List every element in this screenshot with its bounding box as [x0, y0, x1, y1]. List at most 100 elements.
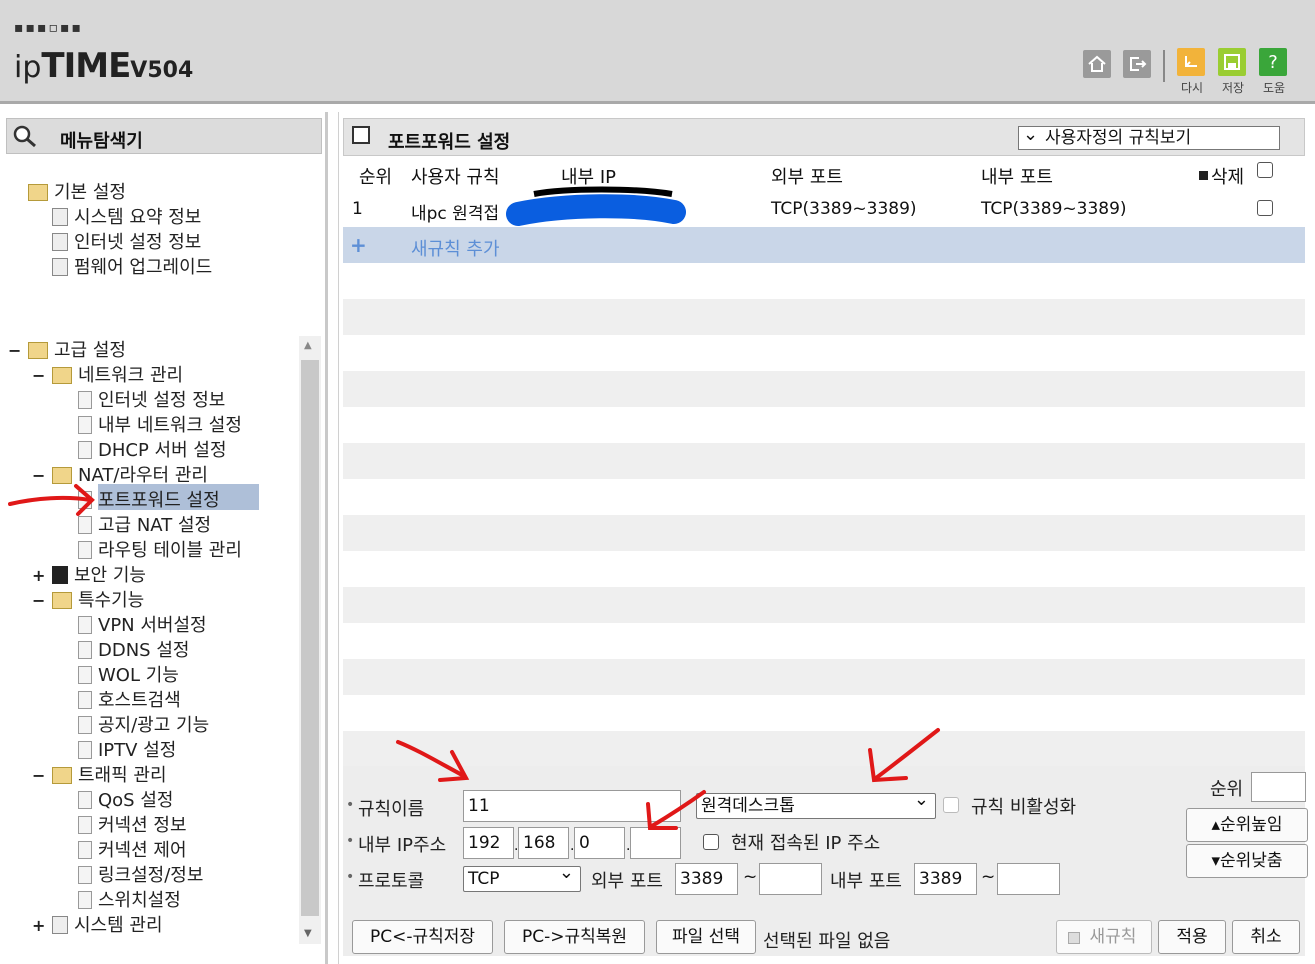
model-name: V504	[130, 58, 194, 83]
tree-item[interactable]: IPTV 설정	[78, 736, 176, 762]
row-order: 1	[352, 199, 363, 219]
tree-item[interactable]: 호스트검색	[78, 686, 181, 712]
order-down-button[interactable]: ▾순위낮춤	[1186, 844, 1308, 878]
network-icon	[52, 367, 72, 384]
select-all-checkbox[interactable]	[1257, 162, 1273, 178]
current-ip-checkbox[interactable]	[703, 834, 719, 850]
page-icon	[78, 741, 92, 759]
empty-row	[343, 731, 1305, 767]
home-icon[interactable]	[1083, 50, 1111, 78]
help-label: 도움	[1262, 81, 1286, 95]
logout-icon[interactable]	[1123, 50, 1151, 78]
empty-row	[343, 443, 1305, 479]
folder-icon	[28, 342, 48, 359]
tree-item[interactable]: QoS 설정	[78, 786, 173, 812]
row-delete-checkbox[interactable]	[1257, 200, 1273, 216]
empty-row	[343, 659, 1305, 695]
ext-port-to[interactable]	[759, 863, 822, 895]
tree-security-group[interactable]: + 보안 기능	[32, 561, 146, 587]
annotation-arrow	[396, 740, 470, 782]
lock-icon	[52, 566, 68, 584]
reload-icon[interactable]	[1177, 48, 1205, 76]
new-rule-icon	[1068, 932, 1080, 944]
sidebar-scroll-thumb[interactable]	[301, 360, 319, 916]
int-port-to[interactable]	[997, 863, 1060, 895]
header-divider	[1163, 50, 1165, 82]
page-icon	[78, 616, 92, 634]
col-internal-port: 내부 포트	[981, 167, 1053, 188]
order-up-button[interactable]: ▴순위높임	[1186, 808, 1308, 842]
pc-restore-rules-button[interactable]: PC->규칙복원	[504, 920, 645, 954]
help-icon[interactable]: ?	[1259, 48, 1287, 76]
tree-special-group[interactable]: − 특수기능	[32, 586, 144, 612]
int-port-from[interactable]: 3389	[914, 863, 977, 895]
cancel-button[interactable]: 취소	[1232, 920, 1300, 954]
page-icon	[78, 866, 92, 884]
tree-traffic-group[interactable]: − 트래픽 관리	[32, 761, 167, 787]
ext-port-from[interactable]: 3389	[675, 863, 738, 895]
annotation-arrow	[646, 790, 706, 830]
tree-item[interactable]: WOL 기능	[78, 661, 179, 687]
service-select[interactable]: 원격데스크톱	[696, 788, 936, 819]
row-external-port: TCP(3389~3389)	[771, 199, 917, 219]
traffic-icon	[52, 767, 72, 784]
ip-label: 내부 IP주소	[358, 835, 447, 856]
ip-octet-2[interactable]: 168	[518, 827, 569, 859]
page-icon	[78, 641, 92, 659]
tree-internet-info[interactable]: 인터넷 설정 정보	[52, 228, 201, 254]
apply-button[interactable]: 적용	[1158, 920, 1226, 954]
tree-item[interactable]: 커넥션 정보	[78, 811, 187, 837]
reload-label: 다시	[1180, 81, 1204, 95]
tree-item[interactable]: DDNS 설정	[78, 636, 189, 662]
protocol-select[interactable]: TCP	[463, 861, 581, 892]
upgrade-icon	[52, 258, 68, 276]
tree-network-group[interactable]: − 네트워크 관리	[32, 361, 183, 387]
tree-item[interactable]: DHCP 서버 설정	[78, 436, 227, 462]
tree-item[interactable]: 스위치설정	[78, 886, 181, 912]
pc-save-rules-button[interactable]: PC<-규칙저장	[352, 920, 493, 954]
bullet: •	[346, 797, 355, 813]
monitor-icon	[52, 233, 68, 251]
app-header	[0, 0, 1315, 104]
chart-icon	[52, 208, 68, 226]
row-rule-name: 내pc 원격접	[411, 204, 500, 224]
tree-item[interactable]: 라우팅 테이블 관리	[78, 536, 242, 562]
ext-port-label: 외부 포트	[591, 871, 663, 892]
tree-system-summary[interactable]: 시스템 요약 정보	[52, 203, 201, 229]
brand-ip: ip	[14, 50, 42, 85]
disable-rule-checkbox[interactable]	[943, 797, 959, 813]
tree-item[interactable]: 링크설정/정보	[78, 861, 203, 887]
folder-icon	[52, 592, 72, 609]
int-port-tilde: ~	[981, 867, 996, 887]
sidebar-title: 메뉴탐색기	[60, 131, 143, 152]
tree-advanced-settings[interactable]: − 고급 설정	[8, 336, 126, 362]
scroll-down-icon[interactable]: ▼	[304, 928, 312, 939]
tree-item[interactable]: 내부 네트워크 설정	[78, 411, 242, 437]
file-status: 선택된 파일 없음	[763, 931, 891, 952]
annotation-arrow	[868, 728, 940, 783]
view-rules-select[interactable]: 사용자정의 규칙보기	[1018, 126, 1280, 150]
scroll-up-icon[interactable]: ▲	[304, 340, 312, 351]
chevron-down-icon: ⌄	[1023, 124, 1039, 145]
tree-item[interactable]: 공지/광고 기능	[78, 711, 209, 737]
col-delete: 삭제	[1211, 167, 1245, 188]
ip-octet-1[interactable]: 192	[463, 827, 514, 859]
add-rule-link[interactable]: 새규칙 추가	[411, 235, 500, 261]
page-icon	[78, 841, 92, 859]
page-icon	[78, 666, 92, 684]
empty-row	[343, 515, 1305, 551]
ip-octet-3[interactable]: 0	[574, 827, 625, 859]
tree-firmware-upgrade[interactable]: 펌웨어 업그레이드	[52, 253, 212, 279]
empty-row	[343, 299, 1305, 335]
save-icon[interactable]	[1218, 48, 1246, 76]
tree-system-group[interactable]: + 시스템 관리	[32, 911, 163, 937]
tree-item[interactable]: 인터넷 설정 정보	[78, 386, 225, 412]
tree-item-port-forward[interactable]: 포트포워드 설정	[78, 486, 220, 512]
tree-basic-settings[interactable]: 기본 설정	[28, 178, 126, 204]
tree-item[interactable]: VPN 서버설정	[78, 611, 207, 637]
bullet: •	[346, 869, 355, 885]
order-input[interactable]	[1251, 772, 1306, 802]
protocol-label: 프로토콜	[358, 871, 425, 892]
tree-item[interactable]: 커넥션 제어	[78, 836, 187, 862]
file-select-button[interactable]: 파일 선택	[656, 920, 756, 954]
